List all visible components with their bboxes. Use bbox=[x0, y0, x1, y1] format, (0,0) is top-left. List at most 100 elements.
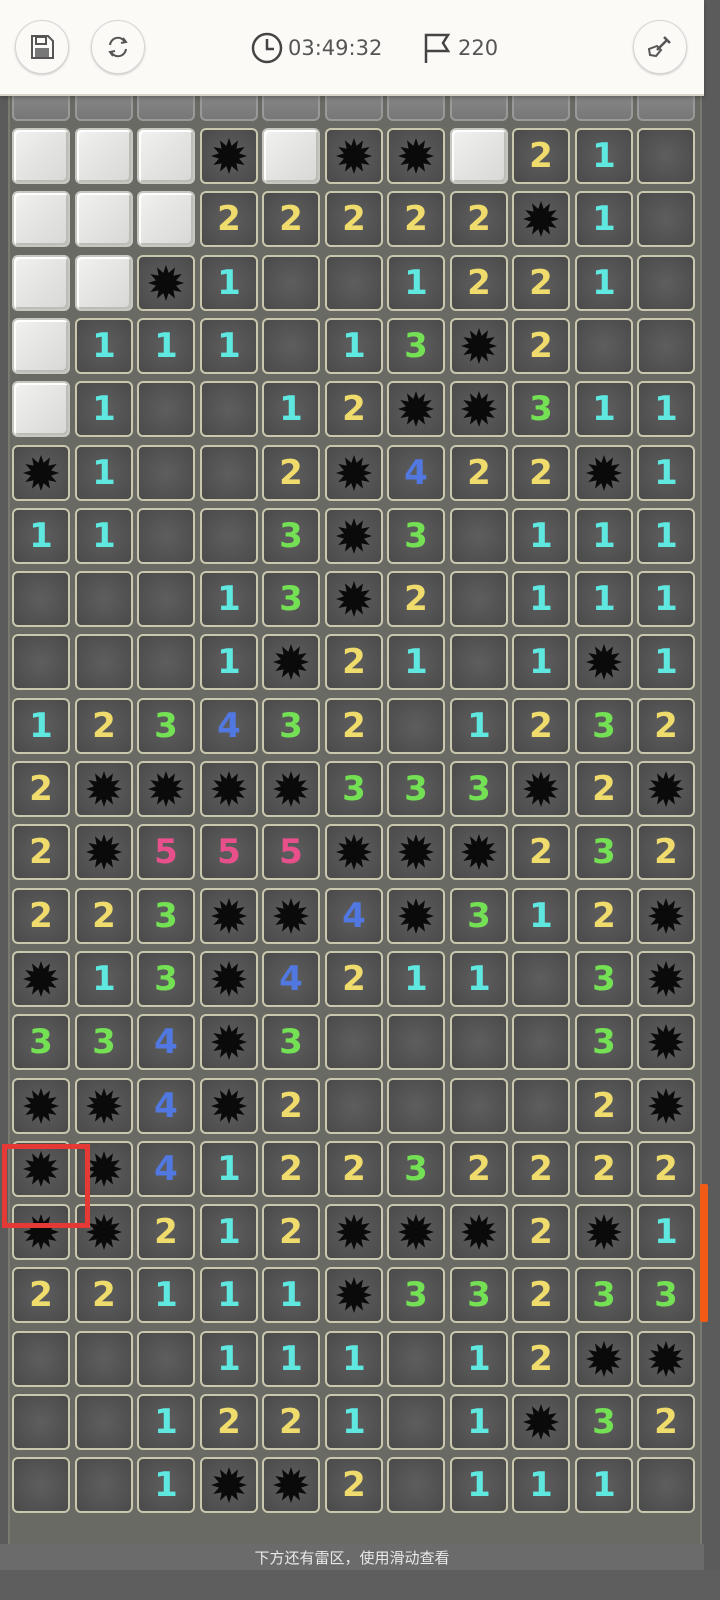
cell-number[interactable]: 1 bbox=[450, 951, 508, 1007]
cell-number[interactable]: 2 bbox=[512, 318, 570, 374]
cell-mine[interactable] bbox=[450, 318, 508, 374]
cell-number[interactable]: 1 bbox=[262, 1331, 320, 1387]
cell-mine[interactable] bbox=[75, 824, 133, 880]
cell-mine[interactable] bbox=[12, 1078, 70, 1134]
cell-number[interactable]: 2 bbox=[637, 698, 695, 754]
cell-number[interactable]: 1 bbox=[575, 128, 633, 184]
cell-number[interactable]: 3 bbox=[262, 508, 320, 564]
cell-mine[interactable] bbox=[575, 634, 633, 690]
cell-number[interactable]: 1 bbox=[12, 508, 70, 564]
cell-number[interactable]: 2 bbox=[512, 698, 570, 754]
cell-number[interactable]: 3 bbox=[137, 888, 195, 944]
cell-number[interactable]: 3 bbox=[387, 761, 445, 817]
cell-number[interactable]: 3 bbox=[137, 698, 195, 754]
cell-number[interactable]: 3 bbox=[12, 1014, 70, 1070]
cell-unrevealed[interactable] bbox=[262, 128, 320, 184]
cell-number[interactable]: 1 bbox=[637, 1204, 695, 1260]
cell-unrevealed[interactable] bbox=[450, 128, 508, 184]
cell-number[interactable]: 2 bbox=[325, 191, 383, 247]
cell-number[interactable]: 1 bbox=[200, 1141, 258, 1197]
cell-number[interactable]: 2 bbox=[262, 445, 320, 501]
cell-mine[interactable] bbox=[325, 508, 383, 564]
cell-number[interactable]: 2 bbox=[575, 1141, 633, 1197]
cell-empty[interactable] bbox=[200, 381, 258, 437]
cell-number[interactable]: 1 bbox=[575, 255, 633, 311]
cell-number[interactable]: 4 bbox=[137, 1078, 195, 1134]
cell-empty[interactable] bbox=[12, 1394, 70, 1450]
cell-mine[interactable] bbox=[200, 1078, 258, 1134]
cell-empty[interactable] bbox=[137, 445, 195, 501]
cell-number[interactable]: 3 bbox=[512, 381, 570, 437]
cell-number[interactable]: 2 bbox=[200, 1394, 258, 1450]
cell-empty[interactable] bbox=[325, 255, 383, 311]
cell-number[interactable]: 1 bbox=[387, 951, 445, 1007]
cell-number[interactable]: 3 bbox=[387, 1267, 445, 1323]
cell-number[interactable]: 2 bbox=[637, 1394, 695, 1450]
cell-number[interactable]: 1 bbox=[200, 634, 258, 690]
cell-empty[interactable] bbox=[387, 1331, 445, 1387]
cell-number[interactable]: 1 bbox=[75, 318, 133, 374]
cell-mine[interactable] bbox=[262, 1457, 320, 1513]
cell-number[interactable]: 3 bbox=[75, 1014, 133, 1070]
cell-empty[interactable] bbox=[387, 1014, 445, 1070]
cell-number[interactable]: 1 bbox=[512, 634, 570, 690]
cell-number[interactable]: 1 bbox=[200, 318, 258, 374]
cell-empty[interactable] bbox=[450, 634, 508, 690]
cell-number[interactable]: 1 bbox=[450, 1394, 508, 1450]
cell-number[interactable]: 1 bbox=[137, 1267, 195, 1323]
cell-unrevealed[interactable] bbox=[75, 128, 133, 184]
cell-number[interactable]: 2 bbox=[12, 761, 70, 817]
cell-number[interactable]: 3 bbox=[575, 698, 633, 754]
cell-mine[interactable] bbox=[200, 1014, 258, 1070]
cell-number[interactable]: 1 bbox=[75, 951, 133, 1007]
cell-number[interactable]: 3 bbox=[325, 761, 383, 817]
cell-empty[interactable] bbox=[387, 1394, 445, 1450]
cell-number[interactable]: 1 bbox=[637, 508, 695, 564]
cell-number[interactable]: 2 bbox=[512, 128, 570, 184]
cell-unrevealed[interactable] bbox=[12, 318, 70, 374]
cell-mine[interactable] bbox=[387, 824, 445, 880]
cell-unrevealed[interactable] bbox=[137, 191, 195, 247]
cell-number[interactable]: 2 bbox=[262, 191, 320, 247]
cell-number[interactable]: 2 bbox=[325, 698, 383, 754]
cell-mine[interactable] bbox=[325, 571, 383, 627]
cell-number[interactable]: 1 bbox=[450, 1457, 508, 1513]
cell-mine[interactable] bbox=[637, 761, 695, 817]
cell-mine[interactable] bbox=[200, 761, 258, 817]
cell-number[interactable]: 2 bbox=[325, 1457, 383, 1513]
cell-mine[interactable] bbox=[200, 1457, 258, 1513]
cell-number[interactable]: 1 bbox=[75, 381, 133, 437]
cell-number[interactable]: 1 bbox=[575, 381, 633, 437]
cell-number[interactable]: 3 bbox=[262, 1014, 320, 1070]
cell-mine[interactable] bbox=[575, 1331, 633, 1387]
cell-unrevealed[interactable] bbox=[75, 255, 133, 311]
cell-number[interactable]: 2 bbox=[262, 1078, 320, 1134]
cell-empty[interactable] bbox=[450, 1078, 508, 1134]
cell-number[interactable]: 3 bbox=[262, 571, 320, 627]
cell-number[interactable]: 2 bbox=[137, 1204, 195, 1260]
cell-number[interactable]: 2 bbox=[575, 1078, 633, 1134]
cell-number[interactable]: 2 bbox=[12, 1267, 70, 1323]
cell-mine[interactable] bbox=[450, 824, 508, 880]
cell-empty[interactable] bbox=[137, 571, 195, 627]
cell-number[interactable]: 1 bbox=[637, 381, 695, 437]
cell-mine[interactable] bbox=[200, 888, 258, 944]
cell-empty[interactable] bbox=[12, 571, 70, 627]
cell-number[interactable]: 2 bbox=[325, 1141, 383, 1197]
cell-number[interactable]: 2 bbox=[512, 1204, 570, 1260]
cell-number[interactable]: 1 bbox=[325, 1331, 383, 1387]
cell-number[interactable]: 1 bbox=[512, 1457, 570, 1513]
cell-number[interactable]: 2 bbox=[450, 1141, 508, 1197]
cell-empty[interactable] bbox=[12, 1331, 70, 1387]
cell-empty[interactable] bbox=[75, 1331, 133, 1387]
cell-number[interactable]: 2 bbox=[637, 1141, 695, 1197]
cell-number[interactable]: 2 bbox=[75, 1267, 133, 1323]
scroll-thumb[interactable] bbox=[700, 1184, 708, 1322]
cell-mine[interactable] bbox=[325, 445, 383, 501]
cell-number[interactable]: 1 bbox=[75, 508, 133, 564]
cell-number[interactable]: 3 bbox=[575, 951, 633, 1007]
cell-unrevealed[interactable] bbox=[12, 381, 70, 437]
cell-mine[interactable] bbox=[637, 1331, 695, 1387]
cell-unrevealed[interactable] bbox=[137, 128, 195, 184]
cell-number[interactable]: 1 bbox=[12, 698, 70, 754]
